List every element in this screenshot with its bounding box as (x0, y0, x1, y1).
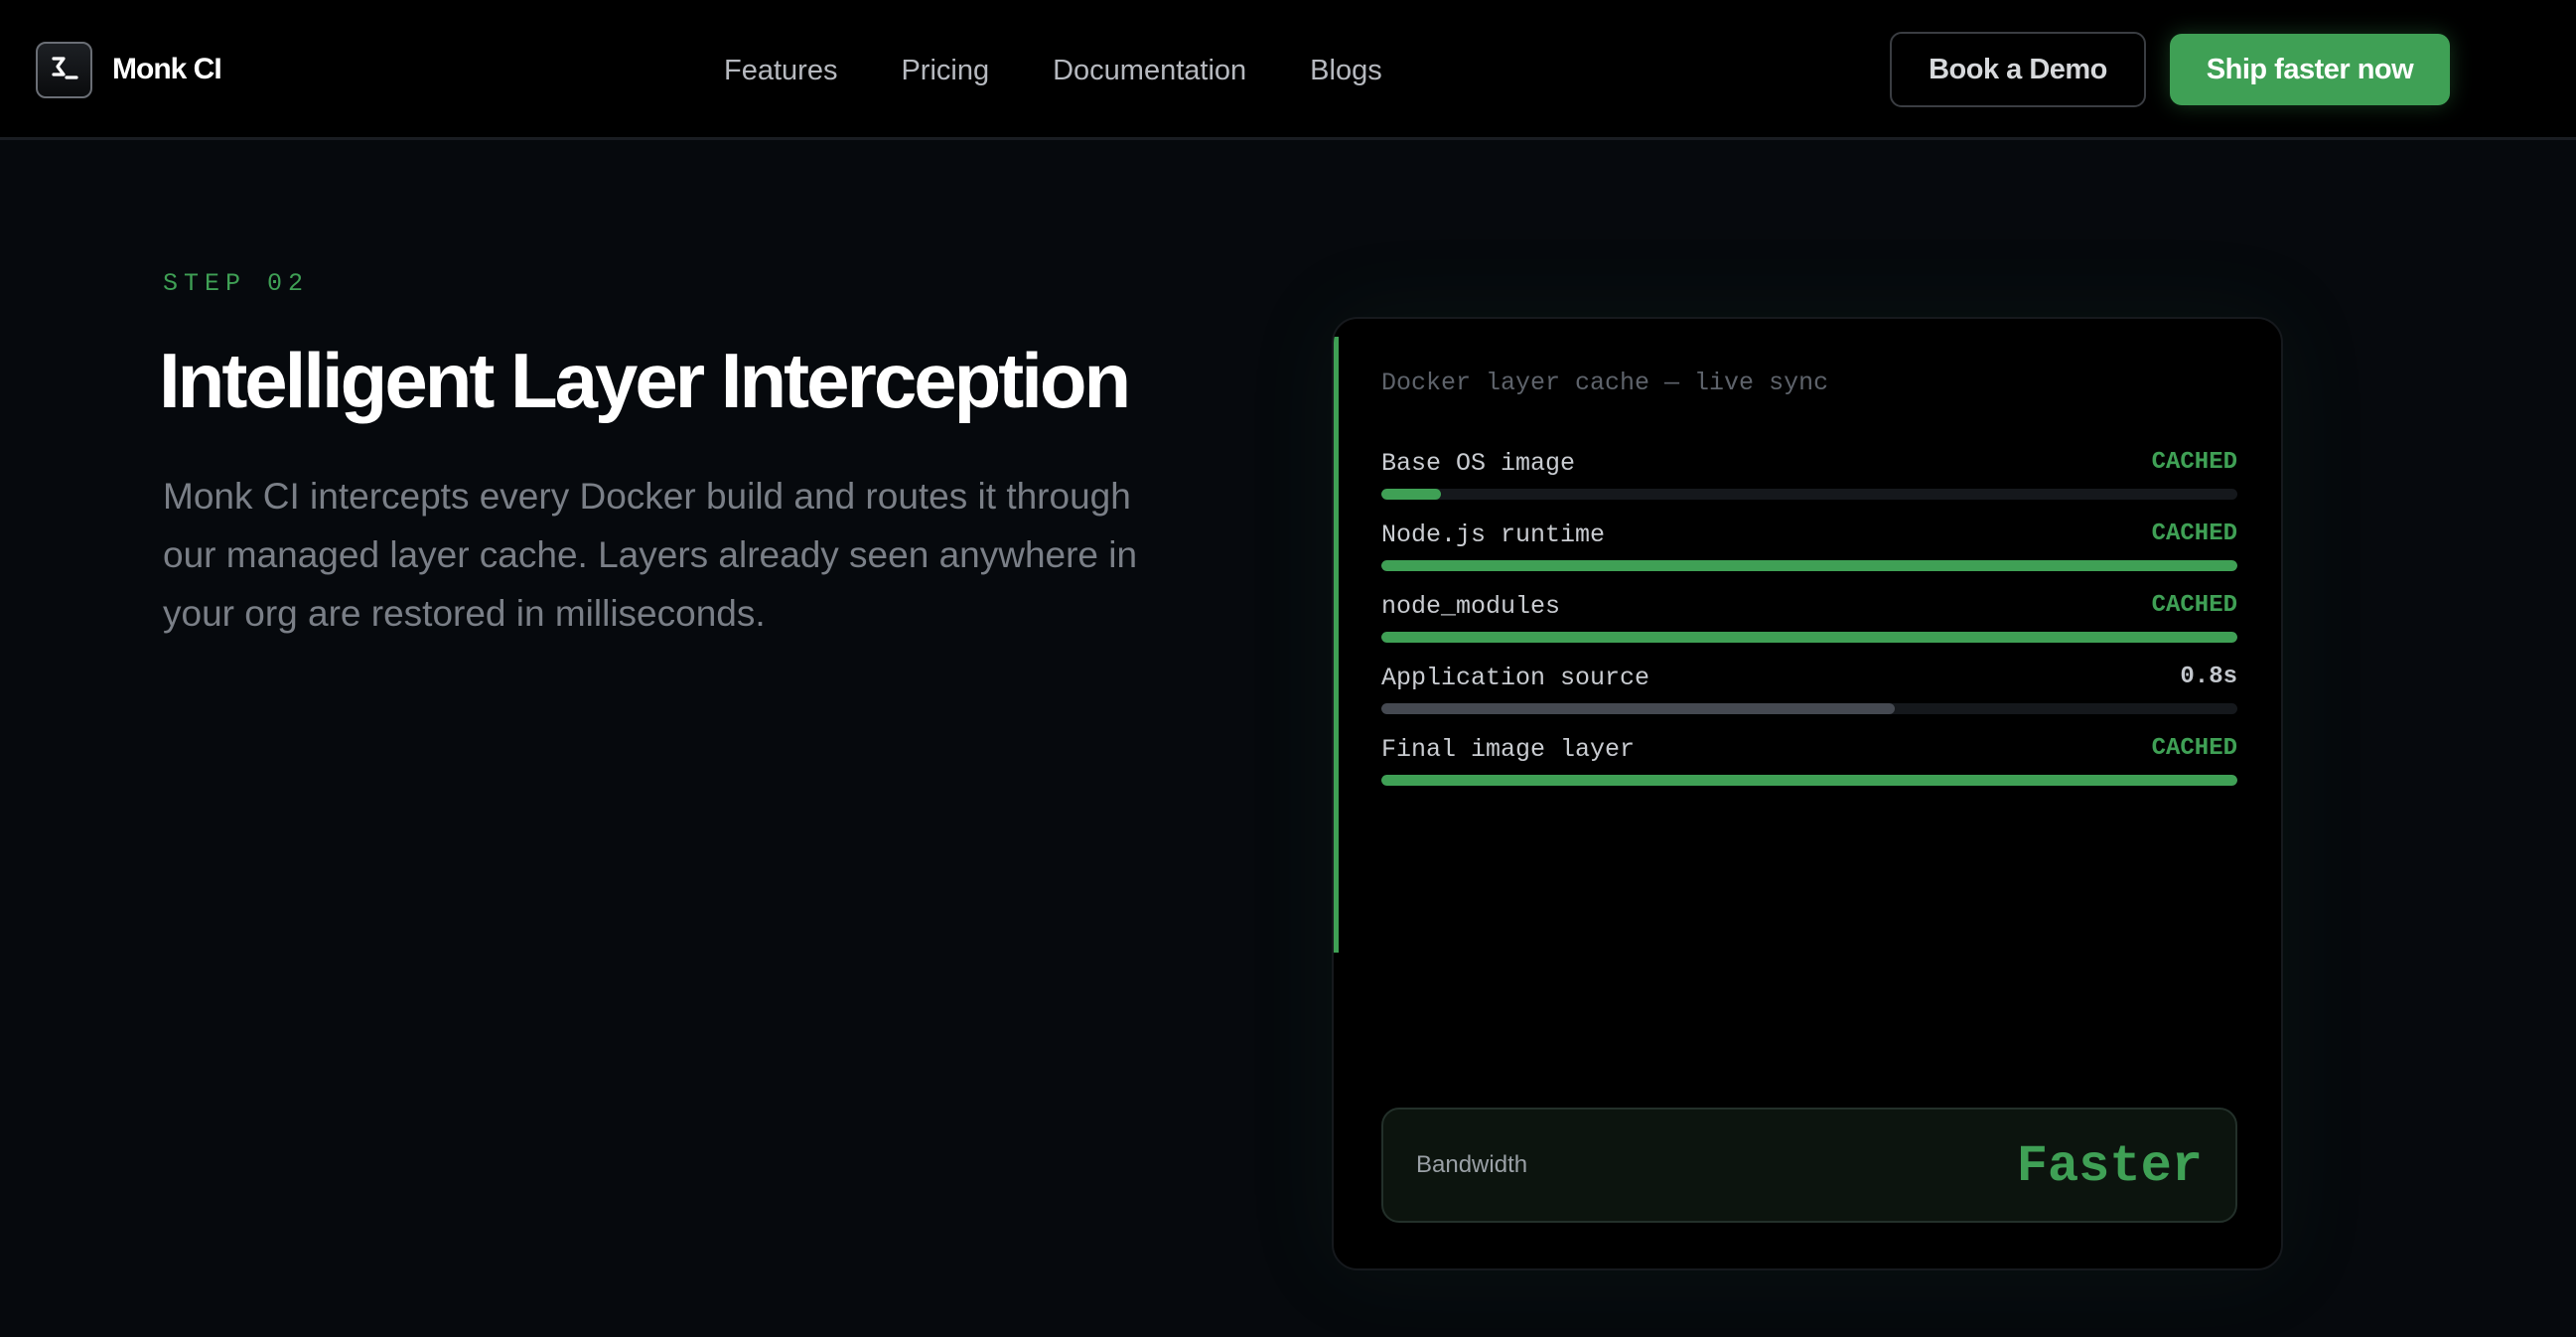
hero-description: Monk CI intercepts every Docker build an… (163, 476, 1138, 634)
layer-progress-track (1381, 560, 2237, 571)
layer-row-node-modules: node_modules CACHED (1381, 592, 2237, 643)
nav-link-blogs[interactable]: Blogs (1310, 55, 1382, 87)
layer-status: CACHED (2151, 735, 2237, 762)
brand-name: Monk CI (112, 53, 222, 85)
layer-status: 0.8s (2180, 664, 2237, 690)
bandwidth-panel: Bandwidth Faster (1381, 1108, 2237, 1223)
terminal-sigma-icon (36, 41, 92, 98)
layer-row-application-source: Application source 0.8s (1381, 664, 2237, 714)
layer-row-base-os: Base OS image CACHED (1381, 449, 2237, 500)
layer-progress-track (1381, 703, 2237, 714)
layer-progress-fill (1381, 632, 2237, 643)
layer-progress-track (1381, 632, 2237, 643)
page-title: Intelligent Layer Interception (159, 337, 1131, 424)
nav-link-documentation[interactable]: Documentation (1053, 55, 1246, 87)
book-demo-button[interactable]: Book a Demo (1890, 32, 2146, 107)
nav-links: Features Pricing Documentation Blogs (724, 50, 1446, 91)
nav-link-pricing[interactable]: Pricing (901, 55, 989, 87)
layer-progress-fill (1381, 560, 2237, 571)
bandwidth-value: Faster (2016, 1137, 2203, 1196)
card-header: Docker layer cache — live sync (1381, 369, 1829, 397)
card-accent-bar (1334, 337, 1339, 953)
layer-row-final-image: Final image layer CACHED (1381, 735, 2237, 786)
layer-row-nodejs-runtime: Node.js runtime CACHED (1381, 520, 2237, 571)
layer-cache-card: Docker layer cache — live sync Base OS i… (1332, 317, 2283, 1270)
nav-link-features[interactable]: Features (724, 55, 837, 87)
top-navbar: Monk CI Features Pricing Documentation B… (0, 0, 2576, 140)
layer-name: Base OS image (1381, 449, 1576, 478)
layer-progress-track (1381, 775, 2237, 786)
layer-progress-fill (1381, 489, 1442, 500)
layer-progress-fill (1381, 775, 2237, 786)
step-label: STEP 02 (163, 269, 310, 298)
layer-status: CACHED (2151, 449, 2237, 476)
layer-name: node_modules (1381, 592, 1561, 621)
layer-status: CACHED (2151, 520, 2237, 547)
layer-status: CACHED (2151, 592, 2237, 619)
ship-faster-button[interactable]: Ship faster now (2170, 34, 2450, 105)
layer-progress-track (1381, 489, 2237, 500)
layer-name: Application source (1381, 664, 1650, 692)
brand-home-link[interactable]: Monk CI (36, 41, 222, 98)
layer-name: Final image layer (1381, 735, 1636, 764)
bandwidth-label: Bandwidth (1416, 1151, 1528, 1178)
layer-name: Node.js runtime (1381, 520, 1606, 549)
layer-progress-fill (1381, 703, 1896, 714)
